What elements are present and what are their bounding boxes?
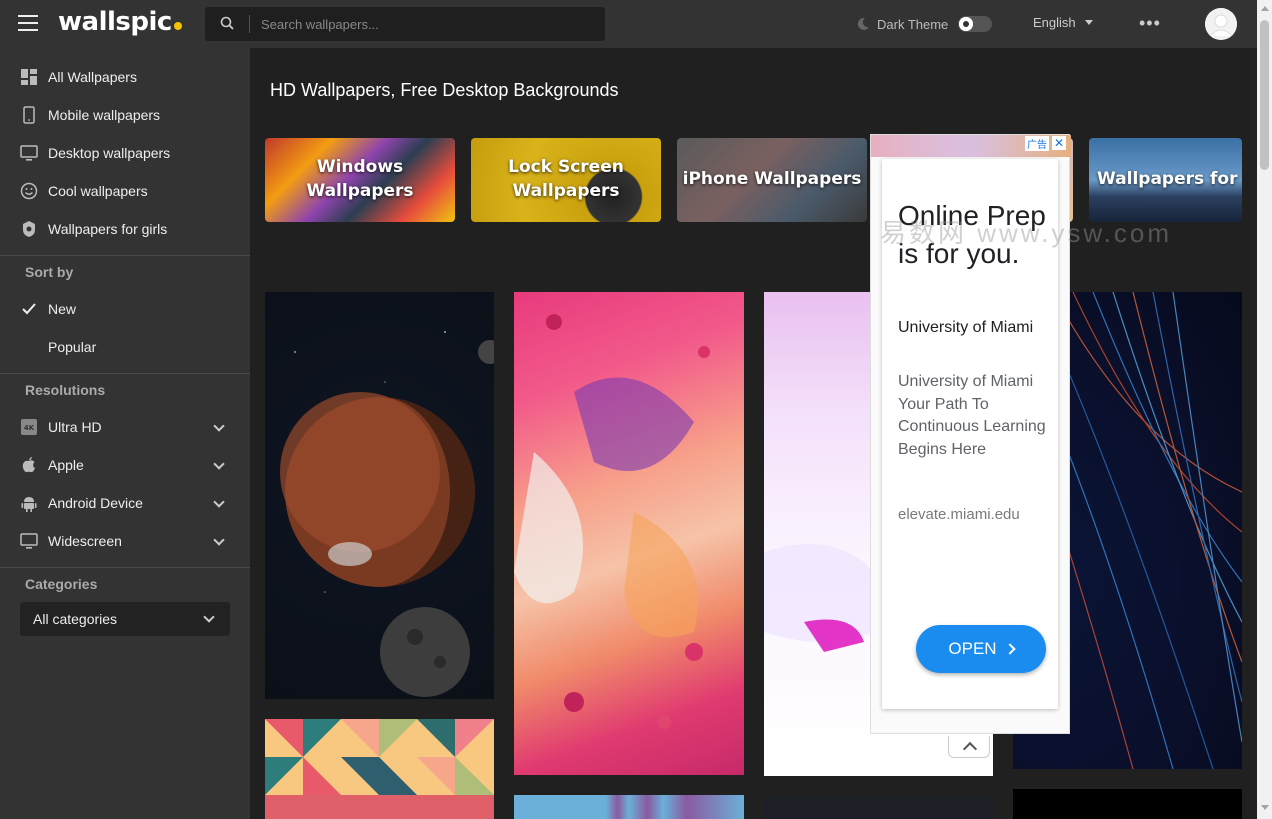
planet-image	[280, 331, 494, 697]
category-card-iphone[interactable]: iPhone Wallpapers	[677, 138, 867, 222]
moon-icon	[857, 17, 869, 30]
main-content: HD Wallpapers, Free Desktop Backgrounds …	[250, 48, 1257, 819]
ad-open-label: OPEN	[948, 639, 997, 658]
geometric-image	[265, 719, 494, 819]
caret-down-icon	[1084, 20, 1093, 25]
watermark: 易数网 www.ysw.com	[880, 218, 1173, 248]
category-card-wallpapers-for-b[interactable]: Wallpapers for b	[1089, 138, 1242, 222]
chevron-down-icon[interactable]	[213, 534, 225, 546]
categories-select[interactable]: All categories	[20, 602, 230, 636]
dark-theme-switch: Dark Theme	[856, 14, 993, 34]
search-bar	[205, 7, 605, 41]
scroll-up-arrow-icon[interactable]	[1261, 6, 1269, 11]
category-card-label: iPhone Wallpapers	[682, 169, 862, 190]
wallpaper-thumbnail[interactable]	[265, 719, 494, 819]
divider	[0, 567, 250, 568]
ad-description: University of Miami Your Path To Continu…	[898, 373, 1046, 458]
chevron-right-icon	[1003, 643, 1016, 655]
page-title: HD Wallpapers, Free Desktop Backgrounds	[270, 80, 619, 100]
chevron-down-icon[interactable]	[213, 458, 225, 470]
ad-advertiser: University of Miami	[898, 319, 1034, 336]
ad-collapse-button[interactable]	[948, 736, 990, 758]
resolution-label: Ultra HD	[48, 419, 102, 435]
monitor-icon	[20, 532, 38, 550]
monitor-icon	[20, 144, 38, 162]
top-bar: wallspic Dark Theme English •••	[0, 0, 1257, 48]
category-card-windows[interactable]: Windows Wallpapers	[265, 138, 455, 222]
divider	[0, 255, 250, 256]
sidebar-item-cool-wallpapers[interactable]: Cool wallpapers	[0, 172, 250, 210]
apple-icon	[20, 456, 38, 474]
hamburger-menu-icon[interactable]	[18, 15, 38, 31]
sidebar-item-label: All Wallpapers	[48, 69, 137, 85]
smiley-icon	[20, 182, 38, 200]
sidebar: All Wallpapers Mobile wallpapers Desktop…	[0, 48, 250, 819]
sidebar-item-mobile-wallpapers[interactable]: Mobile wallpapers	[0, 96, 250, 134]
scroll-down-arrow-icon[interactable]	[1261, 805, 1269, 810]
resolution-widescreen[interactable]: Widescreen	[0, 522, 250, 560]
category-card-label: Windows Wallpapers	[306, 157, 414, 201]
more-options-icon[interactable]: •••	[1139, 13, 1161, 34]
scrollbar-thumb[interactable]	[1260, 20, 1269, 170]
sort-by-title: Sort by	[25, 264, 74, 280]
scrollbar[interactable]	[1257, 0, 1272, 819]
category-card-lock-screen[interactable]: Lock Screen Wallpapers	[471, 138, 661, 222]
dark-theme-label: Dark Theme	[877, 16, 949, 32]
sidebar-item-label: Cool wallpapers	[48, 183, 148, 199]
sidebar-item-all-wallpapers[interactable]: All Wallpapers	[0, 58, 250, 96]
language-label: English	[1033, 15, 1076, 30]
resolution-android-device[interactable]: Android Device	[0, 484, 250, 522]
resolution-apple[interactable]: Apple	[0, 446, 250, 484]
grid-icon	[20, 68, 38, 86]
resolution-label: Widescreen	[48, 533, 122, 549]
avatar[interactable]	[1205, 8, 1237, 40]
search-input[interactable]	[261, 7, 591, 41]
language-selector[interactable]: English	[1033, 15, 1093, 30]
checkmark-icon	[20, 300, 38, 318]
sort-option-new[interactable]: New	[0, 290, 250, 328]
sidebar-item-wallpapers-for-girls[interactable]: Wallpapers for girls	[0, 210, 250, 248]
sort-option-popular[interactable]: Popular	[0, 328, 250, 366]
ad-tag[interactable]: 广告	[1025, 136, 1049, 151]
sidebar-item-label: Mobile wallpapers	[48, 107, 161, 123]
android-icon	[20, 494, 38, 512]
wallpaper-thumbnail[interactable]	[265, 292, 494, 699]
chevron-down-icon	[203, 611, 215, 623]
wallpaper-thumbnail[interactable]	[514, 292, 744, 775]
wallpaper-thumbnail[interactable]	[1013, 789, 1242, 819]
flower-icon	[20, 220, 38, 238]
sidebar-item-label: Wallpapers for girls	[48, 221, 168, 237]
phone-icon	[20, 106, 38, 124]
category-card-label: Wallpapers for b	[1097, 169, 1242, 190]
sort-option-label: Popular	[48, 339, 97, 355]
ad-open-button[interactable]: OPEN	[916, 625, 1046, 673]
resolution-label: Android Device	[48, 495, 143, 511]
divider	[0, 373, 250, 374]
categories-select-value: All categories	[33, 611, 118, 627]
resolutions-title: Resolutions	[25, 382, 106, 398]
sort-option-label: New	[48, 301, 77, 317]
search-icon[interactable]	[220, 16, 234, 30]
sidebar-item-label: Desktop wallpapers	[48, 145, 171, 161]
logo-dot	[173, 22, 182, 30]
fluid-art-image	[514, 314, 710, 729]
wallpaper-thumbnail[interactable]	[514, 795, 744, 819]
chevron-down-icon[interactable]	[213, 420, 225, 432]
4k-icon: 4K	[20, 418, 38, 436]
wallpaper-thumbnail[interactable]	[764, 796, 993, 819]
user-icon	[1205, 8, 1237, 40]
resolution-ultra-hd[interactable]: 4K Ultra HD	[0, 408, 250, 446]
logo[interactable]: wallspic	[58, 7, 182, 37]
categories-title: Categories	[25, 576, 98, 592]
category-card-label: Lock Screen Wallpapers	[508, 157, 624, 201]
sidebar-item-desktop-wallpapers[interactable]: Desktop wallpapers	[0, 134, 250, 172]
search-separator	[249, 15, 250, 33]
chevron-down-icon[interactable]	[213, 496, 225, 508]
ad-url[interactable]: elevate.miami.edu	[898, 506, 1058, 523]
resolution-label: Apple	[48, 457, 84, 473]
svg-text:4K: 4K	[24, 424, 35, 432]
ad-close-icon[interactable]: ✕	[1052, 136, 1066, 150]
dark-theme-toggle[interactable]	[958, 16, 993, 32]
